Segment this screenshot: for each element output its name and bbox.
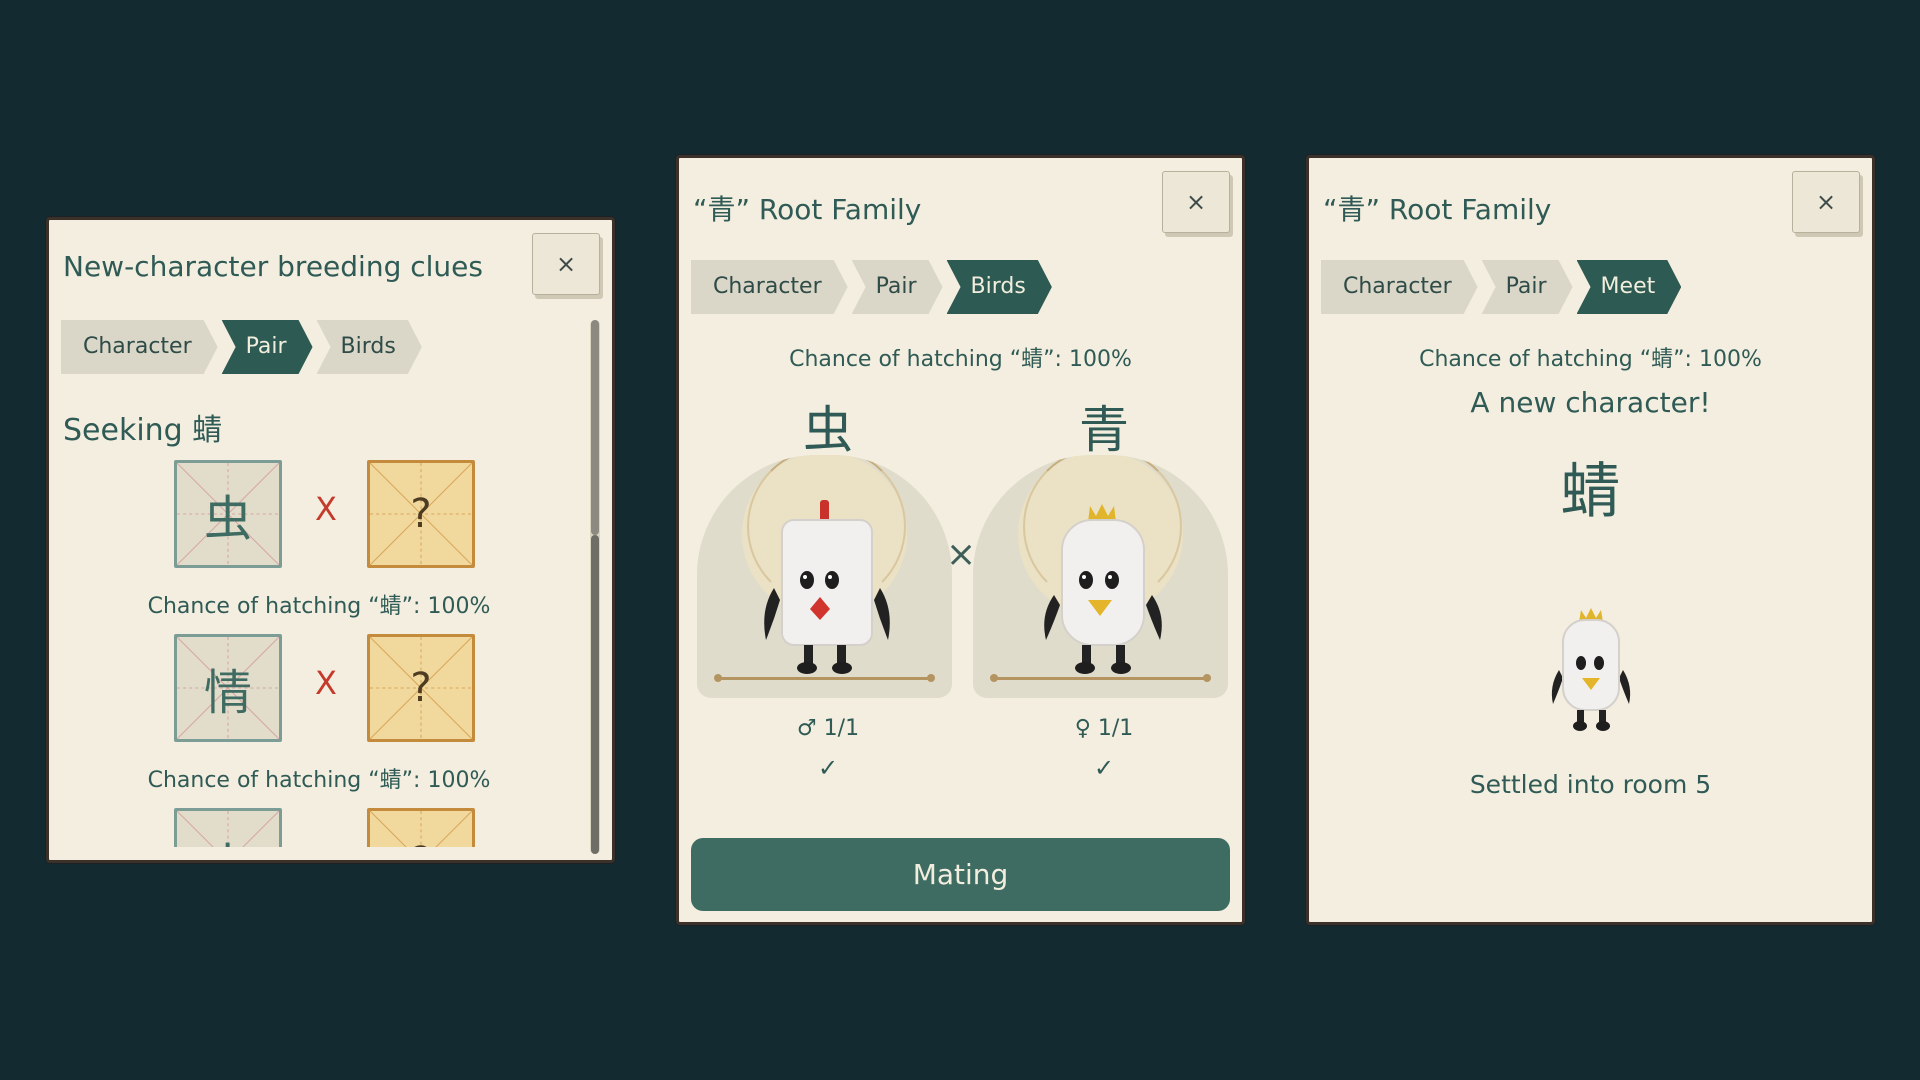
hatch-chance: Chance of hatching “蜻”: 100% — [789, 347, 1132, 372]
tab-pair[interactable]: Pair — [1482, 260, 1573, 314]
close-button[interactable]: × — [532, 233, 600, 295]
tab-bar: Character Pair Birds — [61, 320, 426, 374]
scrollbar-track — [591, 535, 599, 854]
new-character-heading: A new character! — [1470, 386, 1711, 419]
cross-icon: X — [315, 664, 337, 702]
root-family-meet-panel: “青” Root Family × Character Pair Meet Ch… — [1306, 155, 1875, 925]
tab-bar: Character Pair Birds — [691, 260, 1056, 314]
breeding-clues-panel: New-character breeding clues × Character… — [46, 217, 615, 863]
root-family-birds-panel: “青” Root Family × Character Pair Birds C… — [676, 155, 1245, 925]
hatch-chance: Chance of hatching “蜻”: 100% — [147, 594, 491, 619]
known-character-cell: 虫 — [174, 808, 282, 847]
tab-pair[interactable]: Pair — [222, 320, 313, 374]
check-icon: ✓ — [1093, 754, 1115, 782]
clue-row[interactable]: 虫 ? — [49, 808, 589, 847]
parent-character-right: 青 — [1079, 401, 1129, 459]
known-character-cell: 情 — [174, 634, 282, 742]
tab-bar: Character Pair Meet — [1321, 260, 1685, 314]
tab-character[interactable]: Character — [1321, 260, 1478, 314]
scrollbar[interactable] — [590, 320, 600, 854]
tab-character[interactable]: Character — [691, 260, 848, 314]
close-icon: × — [1815, 188, 1837, 216]
male-count: ♂ 1/1 — [796, 716, 860, 741]
hatch-chance: Chance of hatching “蜻”: 100% — [1419, 347, 1762, 372]
male-bird-card[interactable] — [697, 455, 952, 698]
known-character-cell: 虫 — [174, 460, 282, 568]
tab-birds[interactable]: Birds — [947, 260, 1052, 314]
cross-icon: × — [946, 534, 977, 575]
parent-character-left: 虫 — [803, 401, 853, 459]
unknown-character-cell: ? — [367, 460, 475, 568]
unknown-character-cell: ? — [367, 808, 475, 847]
new-bird-avatar — [1551, 608, 1631, 731]
unknown-character-cell: ? — [367, 634, 475, 742]
cross-icon: X — [315, 490, 337, 528]
seeking-heading: Seeking 蜻 — [63, 413, 223, 448]
tab-birds[interactable]: Birds — [317, 320, 422, 374]
female-bird-card[interactable] — [973, 455, 1228, 698]
close-icon: × — [555, 250, 577, 278]
panel-title: New-character breeding clues — [63, 250, 483, 283]
bird-avatar-male — [764, 500, 890, 674]
tab-meet[interactable]: Meet — [1577, 260, 1682, 314]
mating-button[interactable]: Mating — [691, 838, 1230, 911]
tab-pair[interactable]: Pair — [852, 260, 943, 314]
bird-avatar-female — [1044, 504, 1162, 674]
scrollbar-thumb[interactable] — [591, 320, 599, 535]
check-icon: ✓ — [817, 754, 839, 782]
close-button[interactable]: × — [1792, 171, 1860, 233]
panel-title: “青” Root Family — [1323, 193, 1552, 226]
clue-list: 虫 X ? Chance of hatching “蜻”: 100% 情 X ?… — [49, 460, 589, 847]
new-character-glyph: 蜻 — [1560, 457, 1621, 527]
panel-title: “青” Root Family — [693, 193, 922, 226]
settled-status: Settled into room 5 — [1469, 770, 1712, 799]
clue-row[interactable]: 情 X ? Chance of hatching “蜻”: 100% — [49, 634, 589, 809]
clue-row[interactable]: 虫 X ? Chance of hatching “蜻”: 100% — [49, 460, 589, 635]
close-button[interactable]: × — [1162, 171, 1230, 233]
tab-character[interactable]: Character — [61, 320, 218, 374]
female-count: ♀ 1/1 — [1074, 716, 1134, 741]
hatch-chance: Chance of hatching “蜻”: 100% — [147, 768, 491, 793]
close-icon: × — [1185, 188, 1207, 216]
